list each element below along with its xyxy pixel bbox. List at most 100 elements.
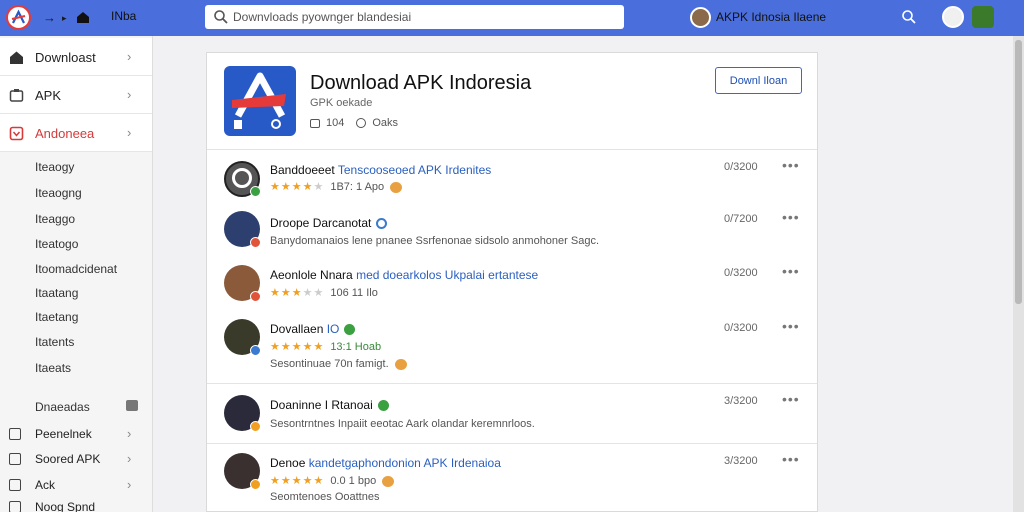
sidebar-item-label: Andoneea	[35, 126, 95, 141]
sidebar-section-label: Dnaeadas	[35, 400, 90, 414]
sidebar-item-label: Downloast	[35, 50, 96, 65]
next-chevron-icon[interactable]: ▸	[62, 8, 67, 28]
sidebar-item-label: Ack	[35, 478, 56, 492]
status-badge-icon	[250, 291, 261, 302]
sidebar-subitem[interactable]: Itatents	[35, 335, 74, 349]
reviewer-name: Banddoeeet Tenscooseoed APK Irdenites	[270, 163, 492, 177]
sidebar-item-soored-apk[interactable]: Soored APK ›	[0, 448, 152, 472]
chevron-right-icon: ›	[127, 451, 132, 466]
comment-icon	[310, 118, 320, 128]
search-box[interactable]	[205, 5, 624, 29]
more-options-icon[interactable]: •••	[782, 157, 800, 173]
search-input[interactable]	[233, 7, 613, 27]
home-icon	[10, 51, 23, 64]
reviewer-name: Doaninne I Rtanoai	[270, 398, 389, 412]
account-avatar[interactable]	[690, 7, 711, 28]
status-badge-icon	[250, 345, 261, 356]
apk-icon	[9, 89, 24, 102]
review-item: Denoe kandetgaphondonion APK Irdenaioa ★…	[207, 443, 817, 512]
review-item: Doaninne I Rtanoai Sesontrntnes Inpaiit …	[207, 383, 817, 443]
sidebar-subitem[interactable]: Iteaogy	[35, 160, 74, 174]
emoji-icon	[394, 358, 407, 370]
more-options-icon[interactable]: •••	[782, 451, 800, 467]
list-icon	[9, 501, 21, 512]
review-meta: ★★★★★ 1B7: 1 Apo	[270, 180, 403, 193]
app-title: Download APK Indoresia	[310, 72, 532, 94]
user-avatar[interactable]	[972, 6, 994, 28]
review-date: 0/3200	[724, 161, 758, 173]
status-badge-icon	[250, 421, 261, 432]
emoji-icon	[382, 475, 395, 487]
search-icon[interactable]	[901, 9, 917, 25]
review-meta: ★★★★★ 13:1 Hoab	[270, 341, 382, 353]
app-meta: 104 Oaks	[310, 117, 398, 129]
sidebar-item-label: Peenelnek	[35, 427, 92, 441]
more-options-icon[interactable]: •••	[782, 391, 800, 407]
reviewer-name: Aeonlole Nnara med doearkolos Ukpalai er…	[270, 268, 539, 282]
sidebar-item-noog-spnd[interactable]: Noog Spnd	[0, 496, 152, 512]
review-date: 0/7200	[724, 213, 758, 225]
sidebar-subitem[interactable]: Itaeats	[35, 361, 71, 375]
verified-icon	[377, 400, 389, 412]
review-text: Sesontrntnes Inpaiit eeotac Aark olandar…	[270, 418, 535, 430]
review-date: 3/3200	[724, 395, 758, 407]
sidebar: Downloast › APK › Andoneea › Iteaogy Ite…	[0, 36, 153, 512]
notification-avatar[interactable]	[942, 6, 964, 28]
chevron-right-icon: ›	[127, 87, 132, 102]
chevron-right-icon: ›	[127, 426, 132, 441]
review-text: Seomtenoes Ooattnes	[270, 491, 380, 503]
sidebar-item-indonesia[interactable]: Andoneea ›	[0, 114, 152, 152]
sidebar-item-apk[interactable]: APK ›	[0, 76, 152, 114]
more-options-icon[interactable]: •••	[782, 318, 800, 334]
verified-icon	[344, 324, 356, 336]
rating-stars: ★★★★★	[270, 475, 325, 487]
rating-stars: ★★★★★	[270, 287, 325, 299]
review-item: Droope Darcanotat Banydomanaios lene pna…	[207, 205, 817, 257]
sidebar-subitem[interactable]: Itoomadcidenat	[35, 262, 117, 276]
review-text: Sesontinuae 70n famigt.	[270, 358, 407, 370]
sidebar-subitem[interactable]: Itaetang	[35, 310, 78, 324]
emoji-icon	[390, 181, 403, 193]
sidebar-section-icon[interactable]	[126, 400, 138, 411]
home-icon[interactable]	[76, 10, 90, 30]
sidebar-item-label: Noog Spnd	[35, 500, 96, 512]
rating-stars: ★★★★★	[270, 181, 325, 193]
meta-label: Oaks	[372, 117, 399, 129]
chevron-box-icon	[9, 453, 21, 465]
review-item: Dovallaen IO ★★★★★ 13:1 Hoab Sesontinuae …	[207, 311, 817, 383]
reviewer-name: Denoe kandetgaphondonion APK Irdenaioa	[270, 456, 501, 470]
more-options-icon[interactable]: •••	[782, 263, 800, 279]
more-options-icon[interactable]: •••	[782, 209, 800, 225]
status-badge-icon	[250, 237, 261, 248]
scrollbar-thumb[interactable]	[1015, 40, 1022, 304]
chevron-right-icon: ›	[127, 49, 132, 64]
folder-icon	[9, 428, 21, 440]
download-button[interactable]: Downl Iloan	[715, 67, 802, 94]
app-icon	[224, 66, 296, 136]
search-icon	[214, 10, 228, 24]
reviewer-name: Droope Darcanotat	[270, 216, 388, 230]
chevron-right-icon: ›	[127, 125, 132, 140]
sidebar-item-ack[interactable]: Ack ›	[0, 474, 152, 498]
sidebar-item-peenelnek[interactable]: Peenelnek ›	[0, 423, 152, 447]
sidebar-item-label: Soored APK	[35, 452, 101, 466]
app-card: Download APK Indoresia GPK oekade 104 Oak…	[206, 52, 818, 512]
sidebar-subitem[interactable]: Iteaggo	[35, 212, 75, 226]
review-date: 0/3200	[724, 322, 758, 334]
sidebar-subitem[interactable]: Iteatogo	[35, 237, 78, 251]
verified-icon	[376, 218, 388, 230]
sidebar-subitem[interactable]: Itaatang	[35, 286, 78, 300]
meta-count: 104	[326, 117, 345, 129]
sidebar-item-download[interactable]: Downloast ›	[0, 38, 152, 76]
app-subtitle: GPK oekade	[310, 97, 373, 109]
sidebar-subitem[interactable]: Iteaogng	[35, 186, 82, 200]
indonesia-icon	[9, 126, 24, 141]
status-badge-icon	[250, 479, 261, 490]
review-text: Banydomanaios lene pnanee Ssrfenonae sid…	[270, 235, 600, 247]
forward-arrow-icon[interactable]: →	[43, 8, 56, 28]
page-title: INba	[111, 9, 137, 23]
account-name[interactable]: AKPK Idnosia Ilaene	[716, 10, 826, 24]
chevron-right-icon: ›	[127, 477, 132, 492]
review-date: 3/3200	[724, 455, 758, 467]
app-logo[interactable]	[6, 5, 31, 30]
